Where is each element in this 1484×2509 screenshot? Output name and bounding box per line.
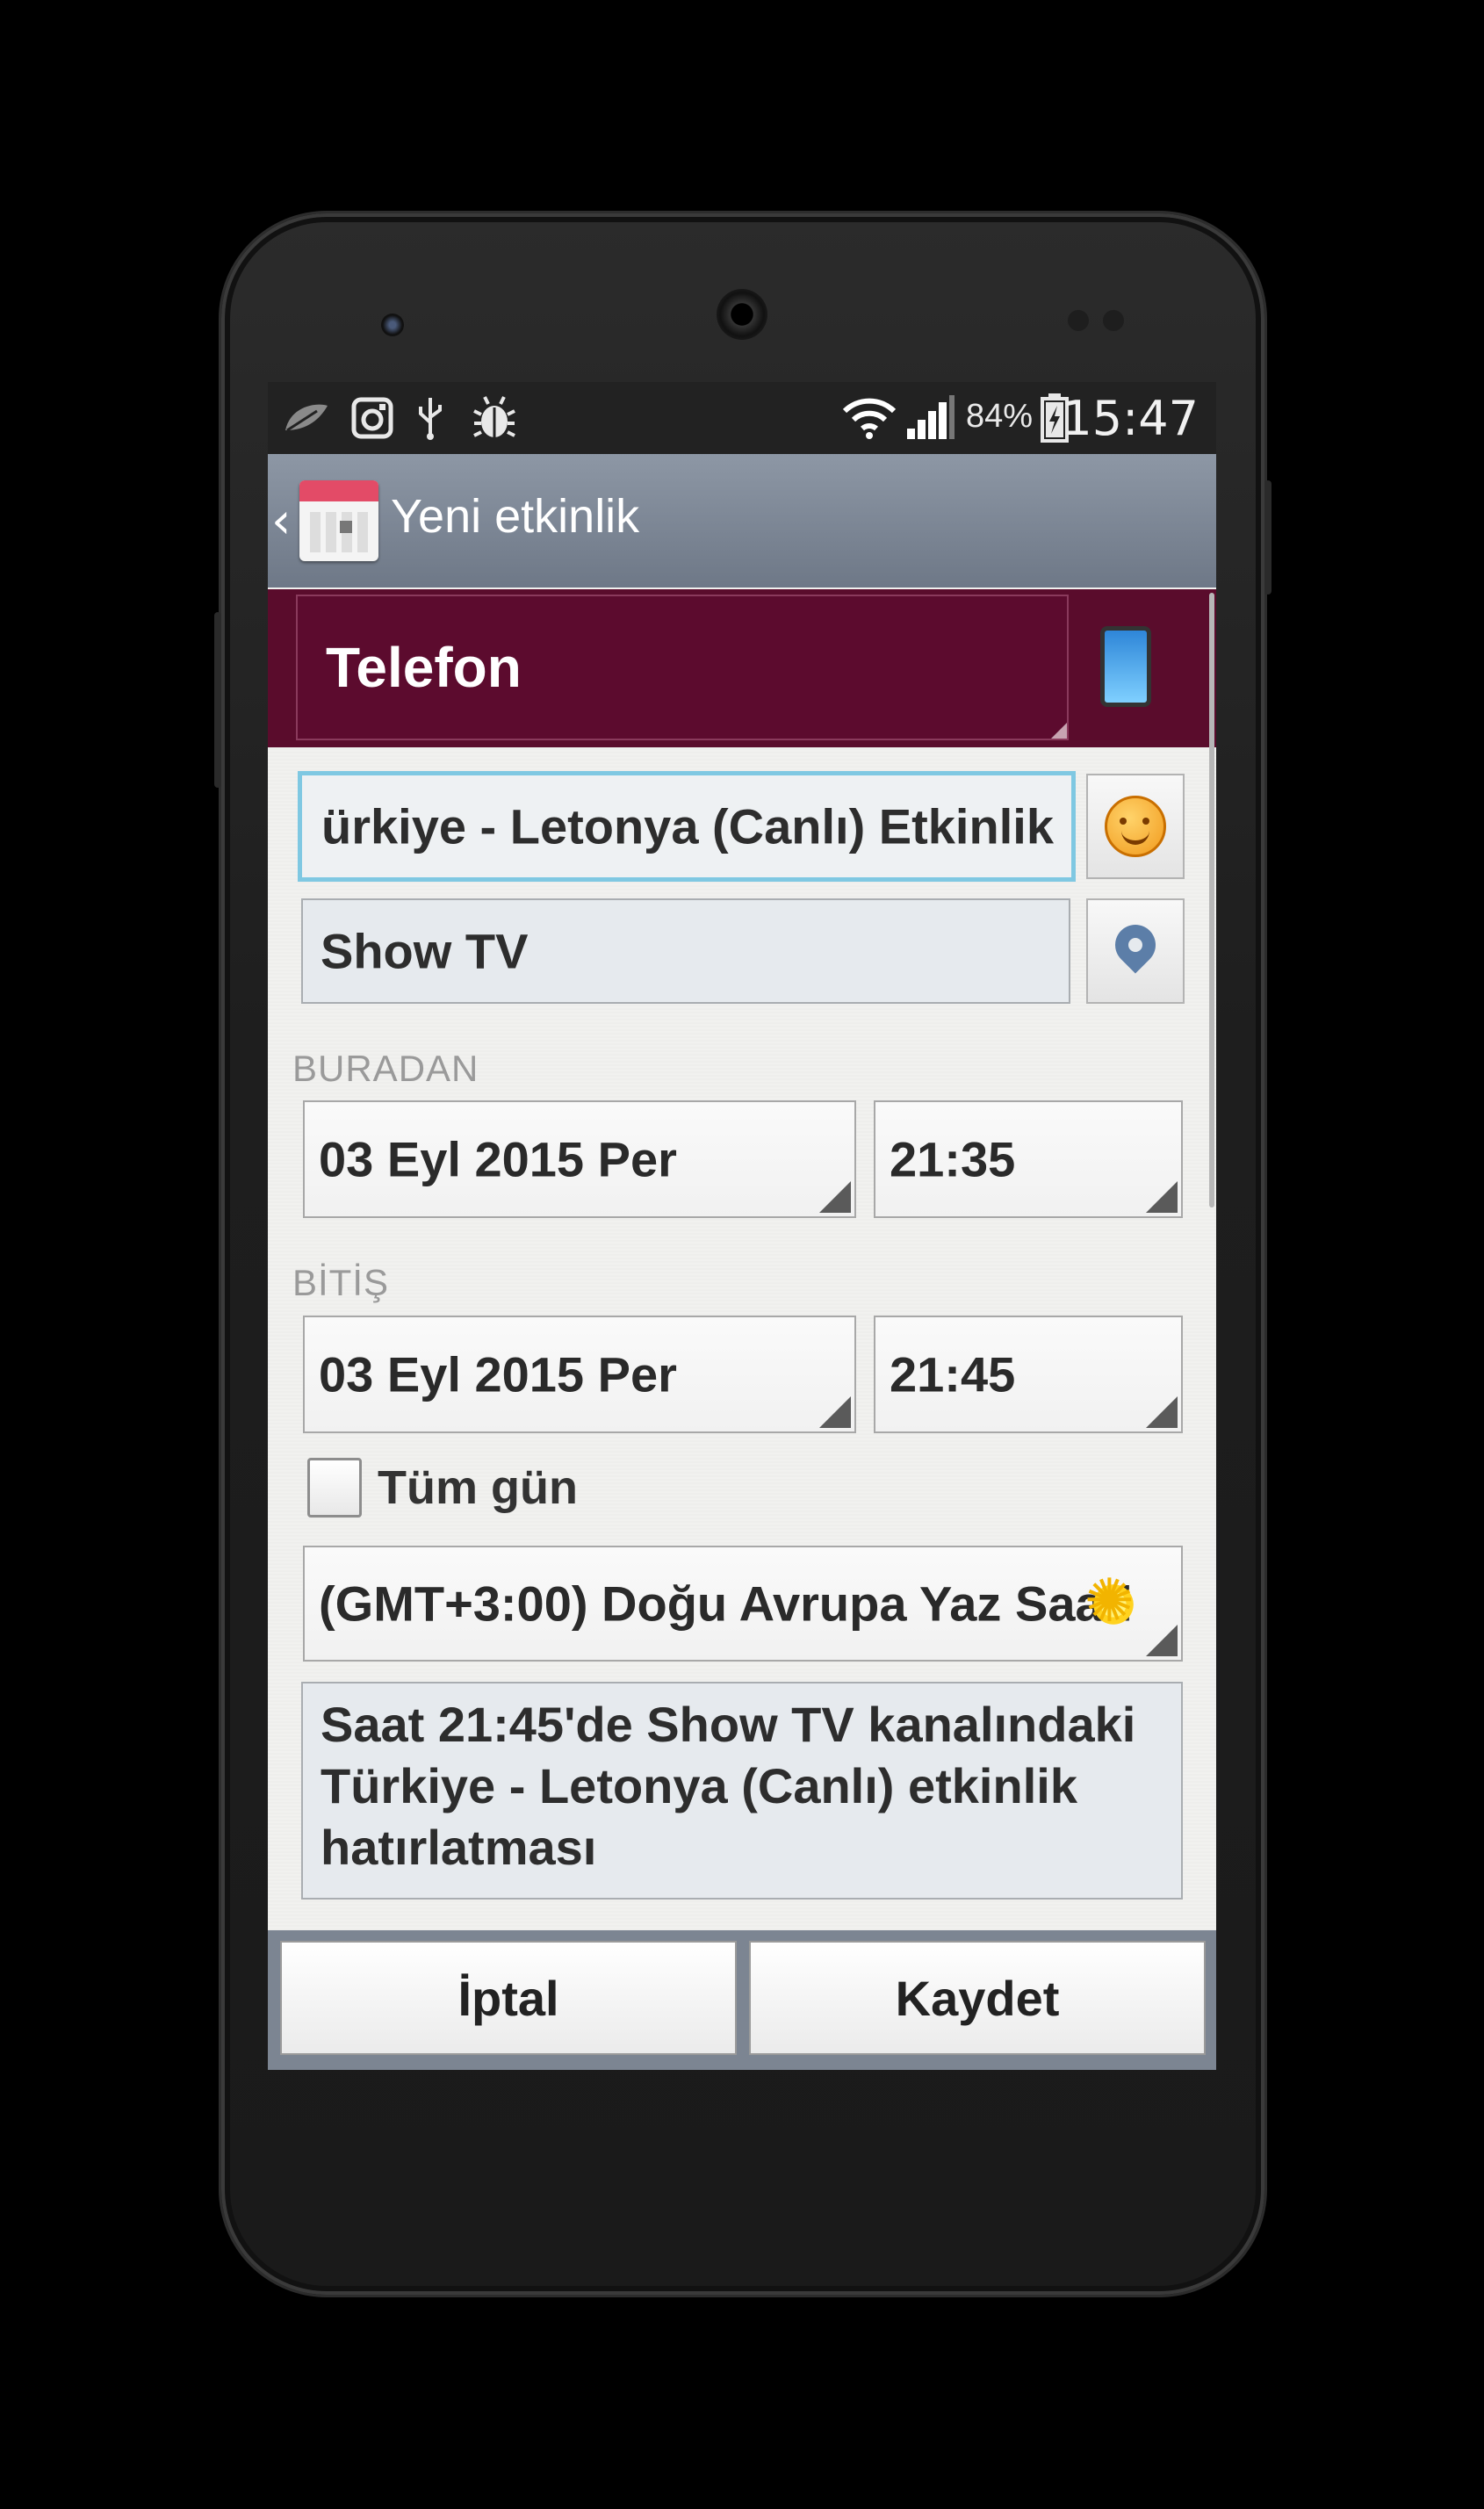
power-button [1264,480,1271,595]
to-date-picker[interactable]: 03 Eyl 2015 Per [303,1316,856,1433]
bottom-button-bar: İptal Kaydet [268,1930,1216,2070]
cancel-button[interactable]: İptal [280,1941,737,2055]
signal-icon [904,393,958,443]
event-title-input[interactable]: ürkiye - Letonya (Canlı) Etkinlik H [298,771,1076,882]
timezone-value: (GMT+3:00) Doğu Avrupa Yaz Saati [319,1575,1133,1632]
from-date-value: 03 Eyl 2015 Per [319,1131,677,1187]
picker-corner-icon [1146,1625,1178,1656]
from-time-picker[interactable]: 21:35 [874,1100,1183,1218]
description-line: hatırlatması [321,1820,597,1875]
sticker-button[interactable] [1086,774,1185,879]
sticker-smile-icon [1105,796,1166,857]
status-bar: 84% 15:47 [268,382,1216,454]
battery-percent: 84% [966,398,1034,435]
leaf-icon [280,393,333,443]
dropdown-corner-icon [1051,723,1067,739]
location-pin-icon [1106,916,1164,974]
bug-icon [470,393,519,443]
action-bar: ‹ Yeni etkinlik [268,454,1216,588]
to-time-value: 21:45 [890,1346,1016,1402]
proximity-sensor [1068,310,1089,331]
scrollbar[interactable] [1209,593,1214,1208]
picker-corner-icon [1146,1181,1178,1213]
to-date-value: 03 Eyl 2015 Per [319,1346,677,1402]
volume-button [214,612,221,788]
all-day-label[interactable]: Tüm gün [378,1460,578,1515]
description-input[interactable]: Saat 21:45'de Show TV kanalındaki Türkiy… [301,1682,1183,1900]
chevron-left-icon[interactable]: ‹ [271,493,291,550]
location-value: Show TV [321,923,529,979]
all-day-checkbox[interactable] [307,1458,362,1518]
usb-icon [408,393,452,443]
account-label: Telefon [326,636,522,699]
light-sensor [1103,310,1124,331]
front-camera [381,314,404,336]
account-selector[interactable]: Telefon [268,589,1216,747]
account-dropdown[interactable]: Telefon [296,595,1069,740]
picker-corner-icon [1146,1396,1178,1428]
instagram-icon [347,393,398,443]
page-title: Yeni etkinlik [391,490,640,543]
save-button[interactable]: Kaydet [749,1941,1206,2055]
clock: 15:47 [1062,391,1199,446]
description-line: Türkiye - Letonya (Canlı) etkinlik [321,1758,1077,1813]
from-date-picker[interactable]: 03 Eyl 2015 Per [303,1100,856,1218]
picker-corner-icon [819,1396,851,1428]
wifi-icon [839,393,900,443]
location-input[interactable]: Show TV [301,898,1070,1004]
screen: 84% 15:47 ‹ Yeni etkinlik Telefon ürkiye… [268,382,1216,2070]
sun-icon [1084,1567,1139,1636]
event-title-value: ürkiye - Letonya (Canlı) Etkinlik H [321,798,1059,854]
from-label: BURADAN [292,1048,479,1089]
calendar-icon[interactable] [299,480,378,561]
location-button[interactable] [1086,898,1185,1004]
earpiece-speaker [717,289,767,340]
to-time-picker[interactable]: 21:45 [874,1316,1183,1433]
description-line: Saat 21:45'de Show TV kanalındaki [321,1697,1136,1752]
to-label: BİTİŞ [292,1262,390,1303]
timezone-picker[interactable]: (GMT+3:00) Doğu Avrupa Yaz Saati [303,1546,1183,1662]
from-time-value: 21:35 [890,1131,1016,1187]
phone-device-icon [1100,626,1151,707]
picker-corner-icon [819,1181,851,1213]
